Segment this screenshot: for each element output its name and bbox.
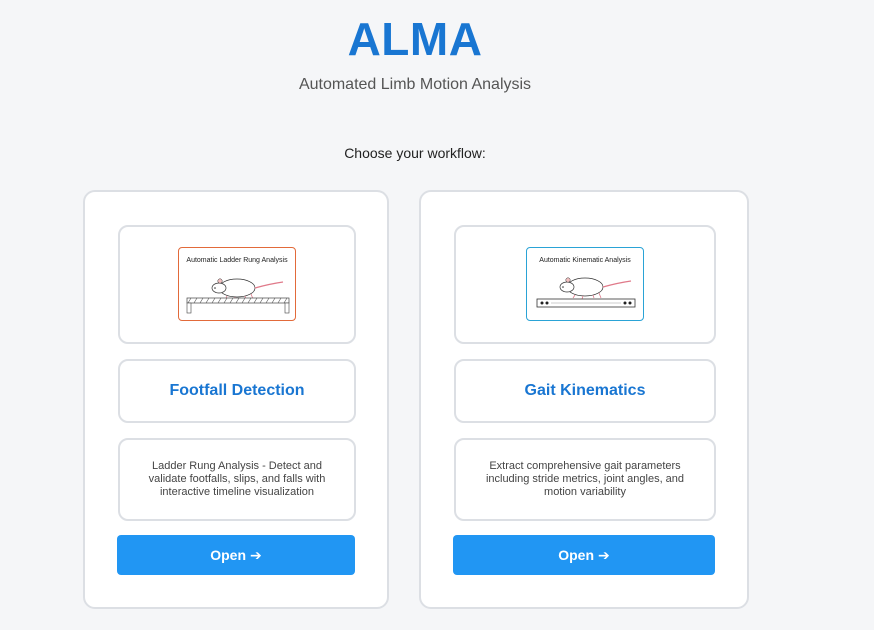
workflow-description-box: Ladder Rung Analysis - Detect and valida… [118, 438, 356, 521]
workflow-description: Extract comprehensive gait parameters in… [485, 460, 685, 498]
workflow-card-footfall: Automatic Ladder Rung Analysis Footfall … [83, 190, 389, 609]
workflow-description-box: Extract comprehensive gait parameters in… [454, 438, 716, 521]
kinematic-thumbnail: Automatic Kinematic Analysis [526, 247, 644, 321]
workflow-card-gait: Automatic Kinematic Analysis Gait Kinema… [419, 190, 749, 609]
workflow-title: Footfall Detection [169, 382, 305, 399]
workflow-title-box: Footfall Detection [118, 359, 356, 423]
app-title: ALMA [347, 13, 483, 65]
arrow-right-icon: ➔ [598, 546, 610, 563]
open-button-label: Open [210, 547, 247, 563]
open-button-label: Open [558, 547, 595, 563]
ladder-rung-thumbnail: Automatic Ladder Rung Analysis [178, 247, 296, 321]
workflow-thumbnail-box: Automatic Ladder Rung Analysis [118, 225, 356, 344]
open-footfall-button[interactable]: Open ➔ [117, 535, 355, 575]
rat-on-ladder-icon [186, 278, 290, 314]
workflow-prompt: Choose your workflow: [344, 145, 486, 161]
workflow-thumbnail-box: Automatic Kinematic Analysis [454, 225, 716, 344]
app-subtitle: Automated Limb Motion Analysis [298, 76, 532, 93]
open-gait-button[interactable]: Open ➔ [453, 535, 715, 575]
workflow-description: Ladder Rung Analysis - Detect and valida… [148, 460, 326, 498]
page: ALMA Automated Limb Motion Analysis Choo… [0, 0, 874, 630]
arrow-right-icon: ➔ [250, 546, 262, 563]
workflow-title-box: Gait Kinematics [454, 359, 716, 423]
workflow-title: Gait Kinematics [524, 382, 646, 399]
rat-on-runway-icon [536, 277, 636, 308]
